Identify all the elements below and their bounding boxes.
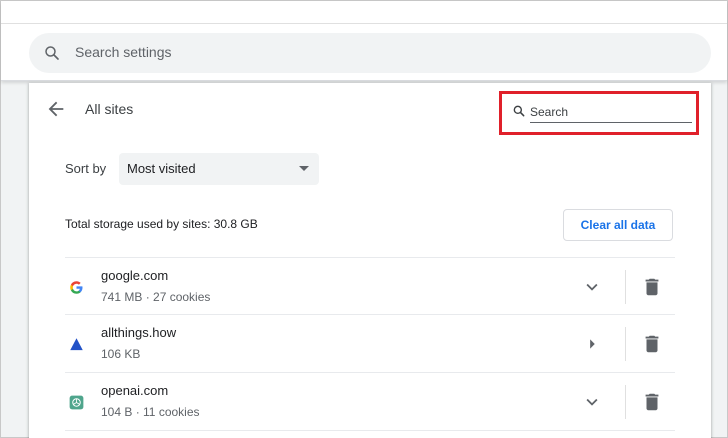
settings-search-placeholder[interactable]: Search settings [75,44,172,60]
site-row[interactable]: allthings.how 106 KB [65,315,675,373]
site-search-input[interactable] [530,101,692,123]
site-storage-info: 106 KB [101,347,141,361]
sort-dropdown-value: Most visited [127,161,196,176]
openai-favicon-icon [69,395,84,410]
clear-all-data-button[interactable]: Clear all data [563,209,673,241]
all-sites-card: All sites Sort by Most visited Total sto… [29,83,711,438]
caret-right-icon[interactable] [581,333,603,355]
arrow-back-icon[interactable] [45,98,67,120]
site-row[interactable]: google.com 741 MB · 27 cookies [65,257,675,315]
google-favicon-icon [70,281,83,294]
trash-icon[interactable] [641,391,663,413]
trash-icon[interactable] [641,276,663,298]
site-storage-info: 741 MB · 27 cookies [101,290,211,304]
allthings-favicon-icon [70,338,83,351]
trash-icon[interactable] [641,333,663,355]
site-name[interactable]: allthings.how [101,325,176,340]
search-icon [513,105,525,117]
row-divider [625,385,626,419]
site-name[interactable]: google.com [101,268,168,283]
site-storage-info: 104 B · 11 cookies [101,405,200,419]
chevron-down-icon[interactable] [581,391,603,413]
site-name[interactable]: openai.com [101,383,168,398]
sort-dropdown[interactable]: Most visited [119,153,319,185]
page-title: All sites [85,101,134,117]
total-storage-text: Total storage used by sites: 30.8 GB [65,217,258,231]
row-divider [625,270,626,304]
settings-top-bar: Search settings [1,1,727,81]
chevron-down-icon[interactable] [581,276,603,298]
site-search-highlight [499,91,699,135]
top-divider [1,23,727,24]
search-icon [45,46,59,60]
sort-by-label: Sort by [65,161,107,176]
settings-search-field[interactable]: Search settings [29,33,711,73]
site-row[interactable]: openai.com 104 B · 11 cookies [65,373,675,431]
row-divider [625,327,626,361]
dropdown-caret-icon [299,166,309,171]
site-list: google.com 741 MB · 27 cookies allthings… [65,257,675,431]
